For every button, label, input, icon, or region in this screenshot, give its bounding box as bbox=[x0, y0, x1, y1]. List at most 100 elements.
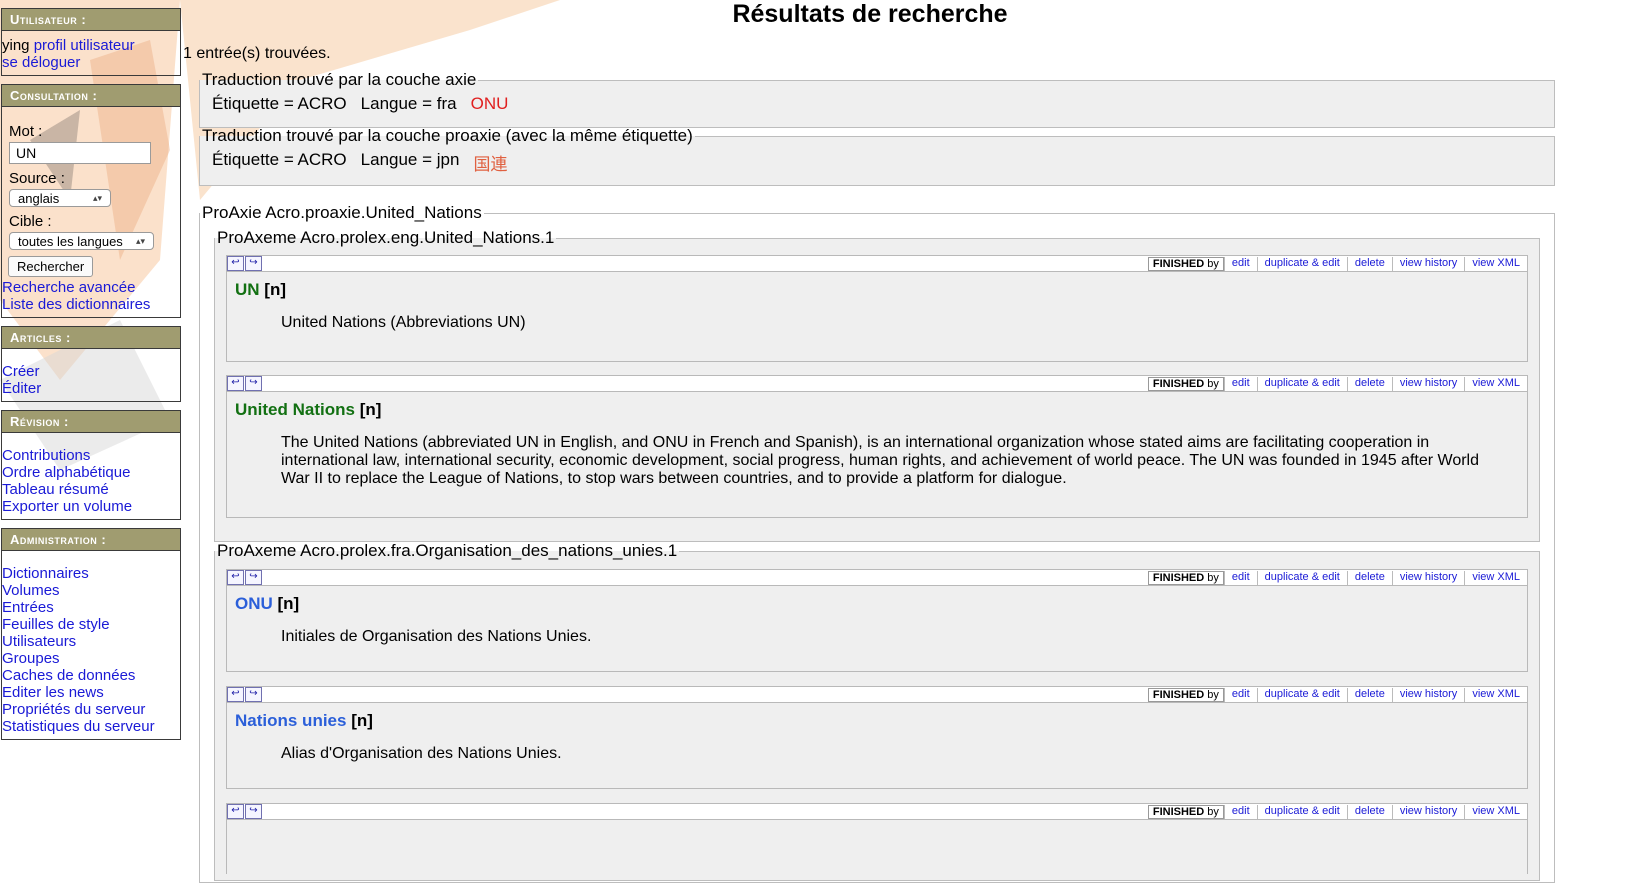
admin-groups-link[interactable]: Groupes bbox=[2, 650, 180, 667]
view-xml-link[interactable]: view XML bbox=[1464, 571, 1527, 585]
admin-stylesheets-link[interactable]: Feuilles de style bbox=[2, 616, 180, 633]
username: ying bbox=[2, 37, 30, 54]
proaxie-value: 国連 bbox=[473, 155, 508, 174]
admin-server-stats-link[interactable]: Statistiques du serveur bbox=[2, 718, 180, 735]
cible-select[interactable]: toutes les langues ▴▾ bbox=[9, 232, 154, 250]
export-volume-link[interactable]: Exporter un volume bbox=[2, 498, 180, 515]
axie-legend: Traduction trouvé par la couche axie bbox=[202, 70, 477, 89]
edit-article-link[interactable]: Éditer bbox=[2, 380, 180, 397]
entry-headword: Nations unies bbox=[235, 711, 347, 730]
axie-value: ONU bbox=[470, 94, 509, 113]
alphabetical-order-link[interactable]: Ordre alphabétique bbox=[2, 464, 180, 481]
view-history-link[interactable]: view history bbox=[1391, 377, 1464, 391]
view-xml-link[interactable]: view XML bbox=[1464, 377, 1527, 391]
edit-link[interactable]: edit bbox=[1223, 377, 1257, 391]
proaxeme-eng-legend: ProAxeme Acro.prolex.eng.United_Nations.… bbox=[217, 228, 555, 247]
duplicate-edit-link[interactable]: duplicate & edit bbox=[1256, 257, 1347, 271]
revision-box: Révision : Contributions Ordre alphabéti… bbox=[1, 410, 181, 520]
administration-box-title: Administration : bbox=[2, 529, 180, 551]
admin-data-caches-link[interactable]: Caches de données bbox=[2, 667, 180, 684]
select-arrows-icon: ▴▾ bbox=[92, 192, 102, 203]
entry-definition: United Nations (Abbreviations UN) bbox=[281, 314, 526, 331]
revision-box-title: Révision : bbox=[2, 411, 180, 433]
entry-pos: [n] bbox=[359, 400, 382, 419]
articles-box: Articles : Créer Éditer bbox=[1, 326, 181, 402]
entry-card: ↩ ↪ FINISHED by edit duplicate & edit de… bbox=[226, 569, 1528, 672]
status-badge: FINISHED bbox=[1152, 258, 1205, 270]
source-select[interactable]: anglais ▴▾ bbox=[9, 189, 111, 207]
undo-arrow-icon[interactable]: ↩ bbox=[227, 804, 244, 819]
view-xml-link[interactable]: view XML bbox=[1464, 257, 1527, 271]
view-xml-link[interactable]: view XML bbox=[1464, 688, 1527, 702]
duplicate-edit-link[interactable]: duplicate & edit bbox=[1256, 805, 1347, 819]
axie-label: Étiquette = ACRO bbox=[212, 94, 347, 113]
undo-arrow-icon[interactable]: ↩ bbox=[227, 376, 244, 391]
admin-entries-link[interactable]: Entrées bbox=[2, 599, 180, 616]
delete-link[interactable]: delete bbox=[1346, 377, 1392, 391]
admin-dictionaries-link[interactable]: Dictionnaires bbox=[2, 565, 180, 582]
contributions-link[interactable]: Contributions bbox=[2, 447, 180, 464]
entry-card: ↩ ↪ FINISHED by edit duplicate & edit de… bbox=[226, 686, 1528, 789]
logout-link[interactable]: se déloguer bbox=[2, 54, 180, 71]
consultation-box: Consultation : Mot : Source : anglais ▴▾… bbox=[1, 84, 181, 318]
mot-label: Mot : bbox=[9, 123, 43, 140]
view-xml-link[interactable]: view XML bbox=[1464, 805, 1527, 819]
admin-edit-news-link[interactable]: Editer les news bbox=[2, 684, 180, 701]
duplicate-edit-link[interactable]: duplicate & edit bbox=[1256, 377, 1347, 391]
edit-link[interactable]: edit bbox=[1223, 571, 1257, 585]
administration-box: Administration : Dictionnaires Volumes E… bbox=[1, 528, 181, 740]
status-badge: FINISHED bbox=[1152, 378, 1205, 390]
source-label: Source : bbox=[9, 170, 65, 187]
view-history-link[interactable]: view history bbox=[1391, 805, 1464, 819]
delete-link[interactable]: delete bbox=[1346, 571, 1392, 585]
delete-link[interactable]: delete bbox=[1346, 688, 1392, 702]
status-badge: FINISHED bbox=[1152, 572, 1205, 584]
entry-headword: United Nations bbox=[235, 400, 355, 419]
sidebar: Utilisateur : ying profil utilisateur se… bbox=[1, 8, 181, 748]
redo-arrow-icon[interactable]: ↪ bbox=[245, 570, 262, 585]
entry-headword: UN bbox=[235, 280, 260, 299]
proaxie-legend: ProAxie Acro.proaxie.United_Nations bbox=[202, 203, 482, 222]
page-title: Résultats de recherche bbox=[732, 0, 1008, 28]
duplicate-edit-link[interactable]: duplicate & edit bbox=[1256, 688, 1347, 702]
entry-card: ↩ ↪ FINISHED by edit duplicate & edit de… bbox=[226, 375, 1528, 518]
edit-link[interactable]: edit bbox=[1223, 688, 1257, 702]
delete-link[interactable]: delete bbox=[1346, 805, 1392, 819]
view-history-link[interactable]: view history bbox=[1391, 688, 1464, 702]
redo-arrow-icon[interactable]: ↪ bbox=[245, 256, 262, 271]
entry-card: ↩ ↪ FINISHED by edit duplicate & edit de… bbox=[226, 255, 1528, 362]
user-box: Utilisateur : ying profil utilisateur se… bbox=[1, 8, 181, 76]
redo-arrow-icon[interactable]: ↪ bbox=[245, 804, 262, 819]
admin-volumes-link[interactable]: Volumes bbox=[2, 582, 180, 599]
summary-table-link[interactable]: Tableau résumé bbox=[2, 481, 180, 498]
redo-arrow-icon[interactable]: ↪ bbox=[245, 687, 262, 702]
advanced-search-link[interactable]: Recherche avancée bbox=[2, 279, 180, 296]
admin-server-properties-link[interactable]: Propriétés du serveur bbox=[2, 701, 180, 718]
proaxie-label: Étiquette = ACRO bbox=[212, 150, 347, 169]
axie-translation-fieldset: Traduction trouvé par la couche axie Éti… bbox=[199, 70, 1555, 128]
redo-arrow-icon[interactable]: ↪ bbox=[245, 376, 262, 391]
profile-link[interactable]: profil utilisateur bbox=[34, 37, 135, 54]
mot-input[interactable] bbox=[9, 142, 151, 164]
view-history-link[interactable]: view history bbox=[1391, 257, 1464, 271]
proaxie-lang: Langue = jpn bbox=[360, 150, 460, 169]
undo-arrow-icon[interactable]: ↩ bbox=[227, 256, 244, 271]
entry-headword: ONU bbox=[235, 594, 273, 613]
delete-link[interactable]: delete bbox=[1346, 257, 1392, 271]
view-history-link[interactable]: view history bbox=[1391, 571, 1464, 585]
entry-pos: [n] bbox=[351, 711, 373, 730]
duplicate-edit-link[interactable]: duplicate & edit bbox=[1256, 571, 1347, 585]
entry-definition: The United Nations (abbreviated UN in En… bbox=[281, 434, 1479, 487]
undo-arrow-icon[interactable]: ↩ bbox=[227, 570, 244, 585]
undo-arrow-icon[interactable]: ↩ bbox=[227, 687, 244, 702]
admin-users-link[interactable]: Utilisateurs bbox=[2, 633, 180, 650]
consultation-box-title: Consultation : bbox=[2, 85, 180, 107]
entry-definition: Alias d'Organisation des Nations Unies. bbox=[281, 745, 562, 762]
edit-link[interactable]: edit bbox=[1223, 805, 1257, 819]
create-article-link[interactable]: Créer bbox=[2, 363, 180, 380]
search-button[interactable]: Rechercher bbox=[8, 256, 94, 277]
status-badge: FINISHED bbox=[1152, 806, 1205, 818]
dictionaries-list-link[interactable]: Liste des dictionnaires bbox=[2, 296, 180, 313]
select-arrows-icon: ▴▾ bbox=[135, 235, 145, 246]
edit-link[interactable]: edit bbox=[1223, 257, 1257, 271]
